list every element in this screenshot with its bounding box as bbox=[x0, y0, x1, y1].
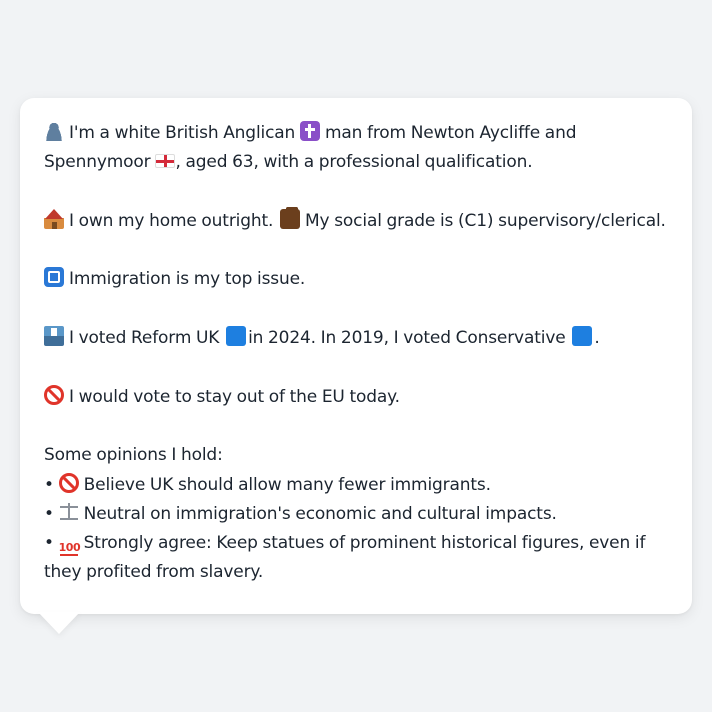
vote-paragraph: I voted Reform UK in 2024. In 2019, I vo… bbox=[44, 324, 668, 353]
identity-text-3: , aged 63, with a professional qualifica… bbox=[175, 152, 533, 173]
hundred-points-icon: 100 bbox=[59, 538, 81, 558]
ballot-box-icon bbox=[44, 326, 64, 347]
list-item: • Neutral on immigration's economic and … bbox=[44, 500, 668, 529]
england-flag-icon bbox=[154, 154, 175, 169]
prohibited-icon bbox=[58, 472, 79, 493]
house-icon bbox=[44, 208, 64, 229]
blue-square-icon bbox=[572, 326, 593, 347]
home-text: I own my home outright. bbox=[69, 210, 274, 231]
balance-scale-icon bbox=[59, 502, 79, 522]
customs-icon bbox=[44, 267, 64, 288]
blue-square-icon bbox=[226, 326, 247, 347]
bullet: • bbox=[44, 503, 54, 524]
opinion-text: Strongly agree: Keep statues of prominen… bbox=[44, 533, 646, 583]
vote-text-1: I voted Reform UK bbox=[69, 328, 220, 349]
social-grade-text: My social grade is (C1) supervisory/cler… bbox=[305, 210, 666, 231]
bust-in-silhouette-icon bbox=[44, 121, 64, 141]
issue-paragraph: Immigration is my top issue. bbox=[44, 265, 668, 294]
latin-cross-icon bbox=[299, 121, 320, 141]
vote-text-3: . bbox=[594, 328, 600, 349]
opinions-section: Some opinions I hold: • Believe UK shoul… bbox=[44, 441, 668, 587]
identity-text-1: I'm a white British Anglican bbox=[69, 123, 296, 143]
opinion-text: Believe UK should allow many fewer immig… bbox=[83, 474, 491, 495]
housing-paragraph: I own my home outright. My social grade … bbox=[44, 206, 668, 236]
vote-text-2: in 2024. In 2019, I voted Conservative bbox=[248, 328, 566, 349]
opinions-heading: Some opinions I hold: bbox=[44, 445, 223, 466]
prohibited-icon bbox=[44, 384, 64, 405]
list-item: • 100 Strongly agree: Keep statues of pro… bbox=[44, 529, 668, 588]
top-issue-text: Immigration is my top issue. bbox=[69, 269, 306, 290]
eu-text: I would vote to stay out of the EU today… bbox=[69, 386, 400, 407]
eu-paragraph: I would vote to stay out of the EU today… bbox=[44, 383, 668, 412]
briefcase-icon bbox=[280, 206, 301, 229]
bubble-tail bbox=[38, 612, 80, 634]
bullet: • bbox=[44, 474, 54, 495]
opinion-text: Neutral on immigration's economic and cu… bbox=[83, 503, 557, 524]
list-item: • Believe UK should allow many fewer imm… bbox=[44, 471, 668, 500]
persona-message-bubble: I'm a white British Anglican man from Ne… bbox=[20, 98, 692, 614]
bullet: • bbox=[44, 533, 54, 554]
identity-paragraph: I'm a white British Anglican man from Ne… bbox=[44, 119, 668, 178]
